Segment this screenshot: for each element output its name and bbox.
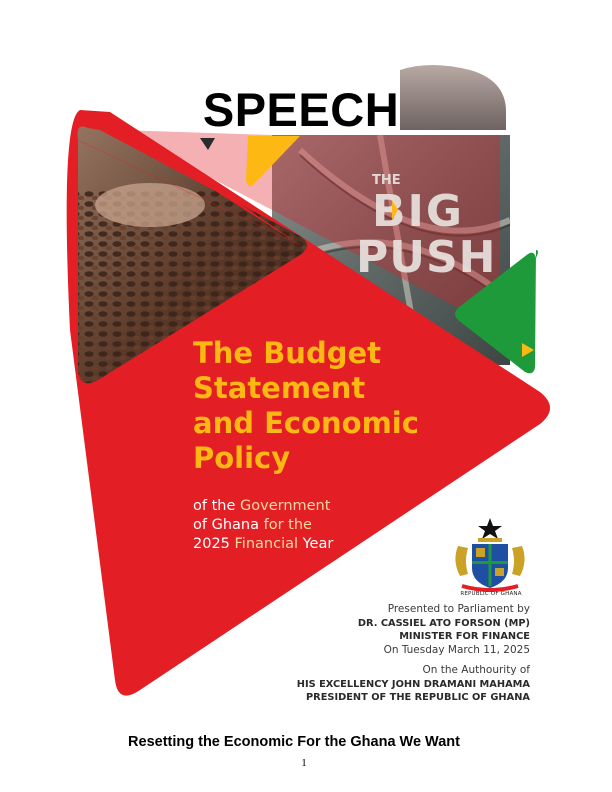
presentation-details: Presented to Parliament by DR. CASSIEL A…	[297, 603, 530, 705]
title-line: The Budget	[193, 336, 381, 370]
title-line: Statement	[193, 371, 366, 405]
logo-line-push: PUSH	[356, 232, 497, 283]
crest-caption: REPUBLIC OF GHANA	[460, 591, 522, 597]
presentation-date: On Tuesday March 11, 2025	[383, 643, 530, 656]
tagline: Resetting the Economic For the Ghana We …	[128, 734, 460, 750]
presented-by: Presented to Parliament by	[387, 603, 530, 615]
title-line: and Economic	[193, 406, 419, 440]
title-line: Policy	[193, 441, 291, 475]
logo-line-big: BIG	[372, 186, 464, 237]
budget-title: The Budget Statement and Economic Policy	[193, 336, 419, 476]
page-number: 1	[301, 757, 307, 769]
ghana-coat-of-arms-icon	[455, 518, 525, 592]
budget-subtitle: of the Government of Ghana for the 2025 …	[193, 498, 334, 552]
presenter-role: MINISTER FOR FINANCE	[399, 631, 530, 642]
document-page: SPEECH THE BIG PUSH The Budget Statement…	[0, 0, 612, 792]
president-name: HIS EXCELLENCY JOHN DRAMANI MAHAMA	[296, 678, 530, 690]
president-role: PRESIDENT OF THE REPUBLIC OF GHANA	[305, 692, 530, 703]
overpass-photo	[400, 65, 506, 130]
authority-line: On the Authourity of	[422, 664, 530, 676]
presenter-name: DR. CASSIEL ATO FORSON (MP)	[357, 617, 530, 629]
